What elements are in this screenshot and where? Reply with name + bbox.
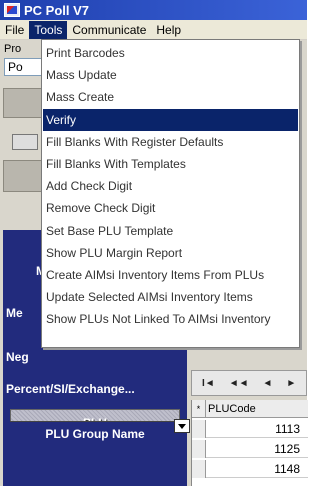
plu-grid: * PLUCode 1113 1125 1148 <box>191 400 308 486</box>
menu-item-remove-check-digit[interactable]: Remove Check Digit <box>43 197 298 219</box>
menu-item-update-aimsi-items[interactable]: Update Selected AIMsi Inventory Items <box>43 286 298 308</box>
menu-item-mass-create[interactable]: Mass Create <box>43 86 298 108</box>
grid-header-marker: * <box>192 400 206 418</box>
group-label: Pro <box>4 43 22 55</box>
menu-file[interactable]: File <box>0 21 29 39</box>
side-button[interactable] <box>12 134 38 150</box>
menu-bar: File Tools Communicate Help <box>0 20 307 40</box>
side-label: Neg <box>6 350 29 364</box>
menu-item-fill-blanks-templates[interactable]: Fill Blanks With Templates <box>43 153 298 175</box>
prev-page-icon[interactable]: ◄◄ <box>229 378 249 389</box>
first-record-icon[interactable]: I◄ <box>202 378 215 389</box>
menu-item-show-unlinked-plus[interactable]: Show PLUs Not Linked To AIMsi Inventory <box>43 308 298 330</box>
chevron-down-icon[interactable] <box>174 419 190 433</box>
menu-item-mass-update[interactable]: Mass Update <box>43 64 298 86</box>
table-row[interactable]: 1125 <box>192 440 308 458</box>
table-row[interactable]: 1113 <box>192 420 308 438</box>
next-record-icon[interactable]: ► <box>286 378 296 389</box>
row-selector[interactable] <box>192 420 206 438</box>
menu-item-add-check-digit[interactable]: Add Check Digit <box>43 175 298 197</box>
menu-item-verify[interactable]: Verify <box>43 108 298 131</box>
column-header-plucode[interactable]: PLUCode <box>208 400 256 418</box>
side-label: Me <box>6 306 23 320</box>
menu-item-show-plu-margin-report[interactable]: Show PLU Margin Report <box>43 242 298 264</box>
plu-group-name-button[interactable]: PLU Group Name <box>10 421 180 445</box>
row-selector[interactable] <box>192 440 206 458</box>
menu-communicate[interactable]: Communicate <box>67 21 151 39</box>
menu-tools[interactable]: Tools <box>29 20 68 39</box>
table-row[interactable]: 1148 <box>192 460 308 478</box>
menu-item-create-aimsi-items[interactable]: Create AIMsi Inventory Items From PLUs <box>43 264 298 286</box>
window-title: PC Poll V7 <box>24 2 90 18</box>
menu-item-set-base-plu-template[interactable]: Set Base PLU Template <box>43 220 298 242</box>
title-bar: PC Poll V7 <box>0 0 307 20</box>
row-selector[interactable] <box>192 460 206 478</box>
plu-code-cell[interactable]: 1113 <box>275 420 300 438</box>
plu-code-cell[interactable]: 1148 <box>274 460 300 478</box>
plu-code-cell[interactable]: 1125 <box>274 440 300 458</box>
grid-navigator: I◄ ◄◄ ◄ ► <box>191 370 307 396</box>
app-icon <box>4 3 20 17</box>
menu-item-print-barcodes[interactable]: Print Barcodes <box>43 42 298 64</box>
menu-item-fill-blanks-register-defaults[interactable]: Fill Blanks With Register Defaults <box>43 131 298 153</box>
prev-record-icon[interactable]: ◄ <box>262 378 272 389</box>
tools-menu: Print Barcodes Mass Update Mass Create V… <box>41 39 300 348</box>
menu-help[interactable]: Help <box>151 21 186 39</box>
side-label-percent[interactable]: Percent/SI/Exchange... <box>6 382 135 396</box>
grid-header: * PLUCode <box>192 400 308 418</box>
